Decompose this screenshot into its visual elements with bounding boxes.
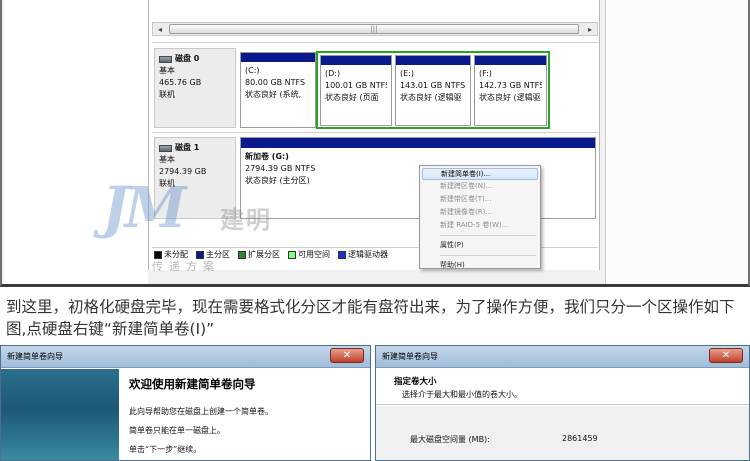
partition-state: 状态良好 (页面 [325, 93, 379, 102]
legend-swatch [288, 250, 296, 259]
watermark-brand: 建明 [220, 205, 272, 234]
legend-extended: 扩展分区 [238, 249, 280, 260]
max-size-value: 2861459 [562, 434, 598, 443]
partition-size: 143.01 GB NTFS [400, 81, 466, 90]
instruction-caption: 到这里，初格化硬盘完毕，现在需要格式化分区才能有盘符出来，为了操作方便，我们只分… [6, 298, 735, 338]
wizard-text: 简单卷只能在单一磁盘上。 [129, 426, 225, 435]
horizontal-scrollbar[interactable]: ◂ ||| ▸ [152, 22, 598, 36]
scroll-thumb[interactable]: ||| [169, 24, 579, 34]
disk-status: 联机 [159, 90, 175, 99]
menu-item-properties[interactable]: 属性(P) [422, 239, 538, 252]
disk-type: 基本 [159, 66, 175, 75]
wizard-header: 指定卷大小 选择介于最大和最小值的卷大小。 [376, 369, 749, 405]
menu-divider [440, 255, 536, 256]
menu-item-new-mirrored-volume[interactable]: 新建镜像卷(R)... [422, 206, 538, 219]
disk-type: 基本 [159, 155, 175, 164]
volume-name: 新加卷 (G:) [245, 152, 289, 161]
wizard-body [376, 406, 749, 460]
partition-state: 状态良好 (逻辑驱 [400, 93, 462, 102]
partition-e[interactable]: (E:) 143.01 GB NTFS 状态良好 (逻辑驱 [395, 55, 471, 126]
disk-size: 465.76 GB [159, 78, 202, 87]
divider [152, 42, 598, 43]
max-size-label: 最大磁盘空间量 (MB): [410, 435, 490, 444]
divider [152, 132, 598, 133]
disk-title: 磁盘 0 [175, 54, 200, 63]
scroll-left-icon[interactable]: ◂ [153, 23, 167, 35]
legend-free: 可用空间 [288, 249, 330, 260]
partition-letter: (D:) [325, 69, 341, 78]
partition-letter: (E:) [400, 69, 414, 78]
wizard-text: 单击“下一步”继续。 [129, 445, 202, 454]
watermark-slogan: 传递方案 [152, 260, 220, 273]
disk-title: 磁盘 1 [175, 143, 200, 152]
menu-item-new-raid5-volume[interactable]: 新建 RAID-5 卷(W)... [422, 219, 538, 232]
menu-item-new-spanned-volume[interactable]: 新建跨区卷(N)... [422, 180, 538, 193]
menu-item-help[interactable]: 帮助(H) [422, 259, 538, 272]
legend-swatch [238, 250, 246, 259]
window-title: 新建简单卷向导 [7, 352, 63, 361]
wizard-heading: 欢迎使用新建简单卷向导 [129, 377, 256, 391]
partition-c[interactable]: (C:) 80.00 GB NTFS 状态良好 (系统, [240, 52, 316, 128]
partition-letter: (F:) [479, 69, 492, 78]
disk-icon [159, 55, 172, 63]
window-title: 新建简单卷向导 [382, 352, 438, 361]
legend-label: 可用空间 [298, 250, 330, 259]
close-icon[interactable]: ✕ [330, 348, 364, 363]
scroll-right-icon[interactable]: ▸ [583, 23, 597, 35]
partition-g[interactable]: 新加卷 (G:) 2794.39 GB NTFS 状态良好 (主分区) [240, 137, 596, 219]
partition-state: 状态良好 (逻辑驱 [479, 93, 541, 102]
legend-logical: 逻辑驱动器 [338, 249, 388, 260]
legend-label: 扩展分区 [248, 250, 280, 259]
watermark-logo: JM [102, 175, 187, 241]
window-titlebar[interactable]: 新建简单卷向导 ✕ [376, 346, 749, 368]
max-size-row: 最大磁盘空间量 (MB): 2861459 [410, 434, 730, 445]
menu-item-new-simple-volume[interactable]: 新建简单卷(I)... [422, 168, 538, 180]
legend-label: 逻辑驱动器 [348, 250, 388, 259]
partition-d[interactable]: (D:) 100.01 GB NTFS 状态良好 (页面 [320, 55, 392, 126]
wizard-heading: 指定卷大小 [394, 377, 437, 387]
partition-f[interactable]: (F:) 142.73 GB NTFS 状态良好 (逻辑驱 [474, 55, 547, 126]
menu-divider [440, 235, 536, 236]
wizard-volume-size-window: 新建简单卷向导 ✕ 指定卷大小 选择介于最大和最小值的卷大小。 最大磁盘空间量 … [375, 345, 750, 461]
disk-0-label[interactable]: 磁盘 0 基本 465.76 GB 联机 [154, 48, 236, 128]
partition-size: 100.01 GB NTFS [325, 81, 387, 90]
partition-size: 142.73 GB NTFS [479, 81, 542, 90]
disk-management-screenshot: ◂ ||| ▸ 磁盘 0 基本 465.76 GB 联机 (C:) 80.00 … [0, 0, 750, 287]
wizard-banner [1, 369, 119, 460]
navigation-pane [4, 0, 148, 284]
window-titlebar[interactable]: 新建简单卷向导 ✕ [1, 346, 370, 368]
legend-swatch [338, 250, 346, 259]
actions-pane [605, 0, 748, 284]
partition-size: 80.00 GB NTFS [245, 78, 306, 87]
partition-state: 状态良好 (系统, [245, 90, 302, 99]
close-icon[interactable]: ✕ [709, 348, 743, 363]
disk-icon [159, 144, 172, 152]
menu-item-new-striped-volume[interactable]: 新建带区卷(T)... [422, 193, 538, 206]
partition-letter: (C:) [245, 66, 260, 75]
wizard-welcome-window: 新建简单卷向导 ✕ 欢迎使用新建简单卷向导 此向导帮助您在磁盘上创建一个简单卷。… [0, 345, 371, 461]
wizard-subheading: 选择介于最大和最小值的卷大小。 [402, 390, 522, 399]
context-menu: 新建简单卷(I)... 新建跨区卷(N)... 新建带区卷(T)... 新建镜像… [419, 165, 541, 269]
wizard-text: 此向导帮助您在磁盘上创建一个简单卷。 [129, 407, 273, 416]
